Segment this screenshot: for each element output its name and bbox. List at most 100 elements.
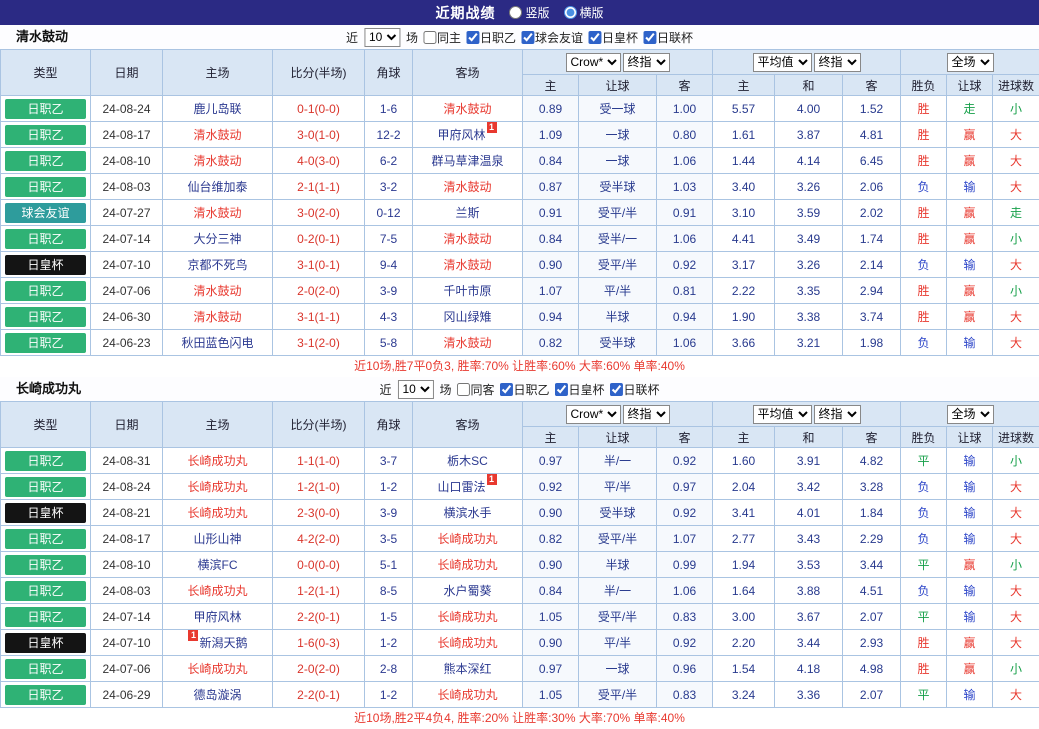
handicap-line: 平/半 — [579, 474, 657, 500]
home-team[interactable]: 清水鼓动 — [193, 284, 241, 298]
avg-home-odds: 1.60 — [713, 448, 775, 474]
home-team[interactable]: 长崎成功丸 — [187, 480, 247, 494]
filter-option[interactable]: 日联杯 — [643, 29, 693, 46]
home-team[interactable]: 京都不死鸟 — [187, 258, 247, 272]
match-type-cell: 日职乙 — [1, 448, 91, 474]
home-team[interactable]: 大分三神 — [193, 232, 241, 246]
league-filter-checkbox[interactable] — [521, 31, 534, 44]
closing-odds-select-2[interactable]: 终指 — [814, 53, 861, 72]
home-team[interactable]: 清水鼓动 — [193, 154, 241, 168]
filter-option[interactable]: 日联杯 — [610, 381, 660, 398]
away-water-odds: 0.92 — [657, 252, 713, 278]
filter-option[interactable]: 日职乙 — [466, 29, 516, 46]
result-handicap: 输 — [947, 578, 993, 604]
league-filter-checkbox[interactable] — [610, 383, 623, 396]
away-team[interactable]: 长崎成功丸 — [437, 636, 497, 650]
match-type-cell: 日职乙 — [1, 122, 91, 148]
result-outcome: 胜 — [901, 122, 947, 148]
home-team-cell: 横滨FC — [163, 552, 273, 578]
away-team[interactable]: 栃木SC — [447, 454, 488, 468]
home-team[interactable]: 长崎成功丸 — [187, 584, 247, 598]
horizontal-layout-radio[interactable] — [564, 6, 577, 19]
home-team[interactable]: 清水鼓动 — [193, 128, 241, 142]
home-team[interactable]: 清水鼓动 — [193, 310, 241, 324]
filter-option[interactable]: 球会友谊 — [521, 29, 583, 46]
league-filter-checkbox[interactable] — [588, 31, 601, 44]
result-handicap: 输 — [947, 526, 993, 552]
avg-draw-odds: 3.44 — [775, 630, 843, 656]
home-team[interactable]: 长崎成功丸 — [187, 662, 247, 676]
match-score: 4-2(2-0) — [273, 526, 365, 552]
away-team[interactable]: 甲府风林 — [437, 128, 485, 142]
away-team[interactable]: 清水鼓动 — [443, 258, 491, 272]
filter-option[interactable]: 日职乙 — [500, 381, 550, 398]
average-odds-select[interactable]: 平均值 — [753, 53, 812, 72]
home-team[interactable]: 仙台维加泰 — [187, 180, 247, 194]
match-score: 3-0(1-0) — [273, 122, 365, 148]
home-team[interactable]: 秋田蓝色闪电 — [181, 336, 253, 350]
away-team[interactable]: 山口雷法 — [437, 480, 485, 494]
home-team[interactable]: 甲府风林 — [193, 610, 241, 624]
filter-option[interactable]: 同客 — [456, 381, 494, 398]
away-team[interactable]: 清水鼓动 — [443, 180, 491, 194]
away-water-odds: 1.06 — [657, 330, 713, 356]
recent-count-select[interactable]: 10 — [397, 380, 433, 399]
away-team[interactable]: 水户蜀葵 — [443, 584, 491, 598]
away-team[interactable]: 横滨水手 — [443, 506, 491, 520]
match-scope-select[interactable]: 全场 — [947, 405, 994, 424]
same-away-checkbox[interactable] — [456, 383, 469, 396]
closing-odds-select[interactable]: 终指 — [623, 53, 670, 72]
odds-source-select[interactable]: Crow* — [566, 53, 621, 72]
away-team[interactable]: 长崎成功丸 — [437, 532, 497, 546]
league-filter-checkbox[interactable] — [500, 383, 513, 396]
away-team[interactable]: 长崎成功丸 — [437, 558, 497, 572]
home-team-cell: 大分三神 — [163, 226, 273, 252]
closing-odds-select[interactable]: 终指 — [623, 405, 670, 424]
away-team[interactable]: 冈山绿雉 — [443, 310, 491, 324]
home-team[interactable]: 鹿儿岛联 — [193, 102, 241, 116]
result-goals: 小 — [993, 278, 1039, 304]
home-team[interactable]: 清水鼓动 — [193, 206, 241, 220]
away-water-odds: 0.81 — [657, 278, 713, 304]
away-team[interactable]: 兰斯 — [455, 206, 479, 220]
result-goals: 大 — [993, 578, 1039, 604]
vertical-layout-radio[interactable] — [509, 6, 522, 19]
away-team[interactable]: 清水鼓动 — [443, 102, 491, 116]
match-score: 3-0(2-0) — [273, 200, 365, 226]
league-filter-checkbox[interactable] — [643, 31, 656, 44]
away-team-cell: 山口雷法1 — [413, 474, 523, 500]
average-odds-select[interactable]: 平均值 — [753, 405, 812, 424]
filter-option[interactable]: 同主 — [423, 29, 461, 46]
home-team[interactable]: 德岛漩涡 — [193, 688, 241, 702]
home-team[interactable]: 山形山神 — [193, 532, 241, 546]
match-score: 0-0(0-0) — [273, 552, 365, 578]
match-scope-select[interactable]: 全场 — [947, 53, 994, 72]
layout-option-vertical[interactable]: 竖版 — [509, 4, 549, 21]
home-team[interactable]: 长崎成功丸 — [187, 506, 247, 520]
away-team[interactable]: 千叶市原 — [443, 284, 491, 298]
recent-count-select[interactable]: 10 — [364, 28, 400, 47]
away-team[interactable]: 长崎成功丸 — [437, 610, 497, 624]
avg-home-odds: 3.00 — [713, 604, 775, 630]
home-team-cell: 长崎成功丸 — [163, 448, 273, 474]
home-team[interactable]: 长崎成功丸 — [187, 454, 247, 468]
filter-option[interactable]: 日皇杯 — [588, 29, 638, 46]
away-team-cell: 甲府风林1 — [413, 122, 523, 148]
odds-source-select[interactable]: Crow* — [566, 405, 621, 424]
away-team[interactable]: 熊本深红 — [443, 662, 491, 676]
home-team[interactable]: 新潟天鹅 — [199, 636, 247, 650]
same-home-checkbox[interactable] — [423, 31, 436, 44]
away-water-odds: 1.06 — [657, 148, 713, 174]
closing-odds-select-2[interactable]: 终指 — [814, 405, 861, 424]
away-team[interactable]: 群马草津温泉 — [431, 154, 503, 168]
filter-option[interactable]: 日皇杯 — [555, 381, 605, 398]
away-team[interactable]: 清水鼓动 — [443, 336, 491, 350]
layout-option-horizontal[interactable]: 横版 — [564, 4, 604, 21]
league-filter-checkbox-label: 日皇杯 — [602, 29, 638, 46]
away-team[interactable]: 长崎成功丸 — [437, 688, 497, 702]
league-filter-checkbox[interactable] — [555, 383, 568, 396]
away-team[interactable]: 清水鼓动 — [443, 232, 491, 246]
match-row: 日职乙24-06-30清水鼓动3-1(1-1)4-3冈山绿雉0.94半球0.94… — [1, 304, 1039, 330]
league-filter-checkbox[interactable] — [466, 31, 479, 44]
home-team[interactable]: 横滨FC — [198, 558, 238, 572]
